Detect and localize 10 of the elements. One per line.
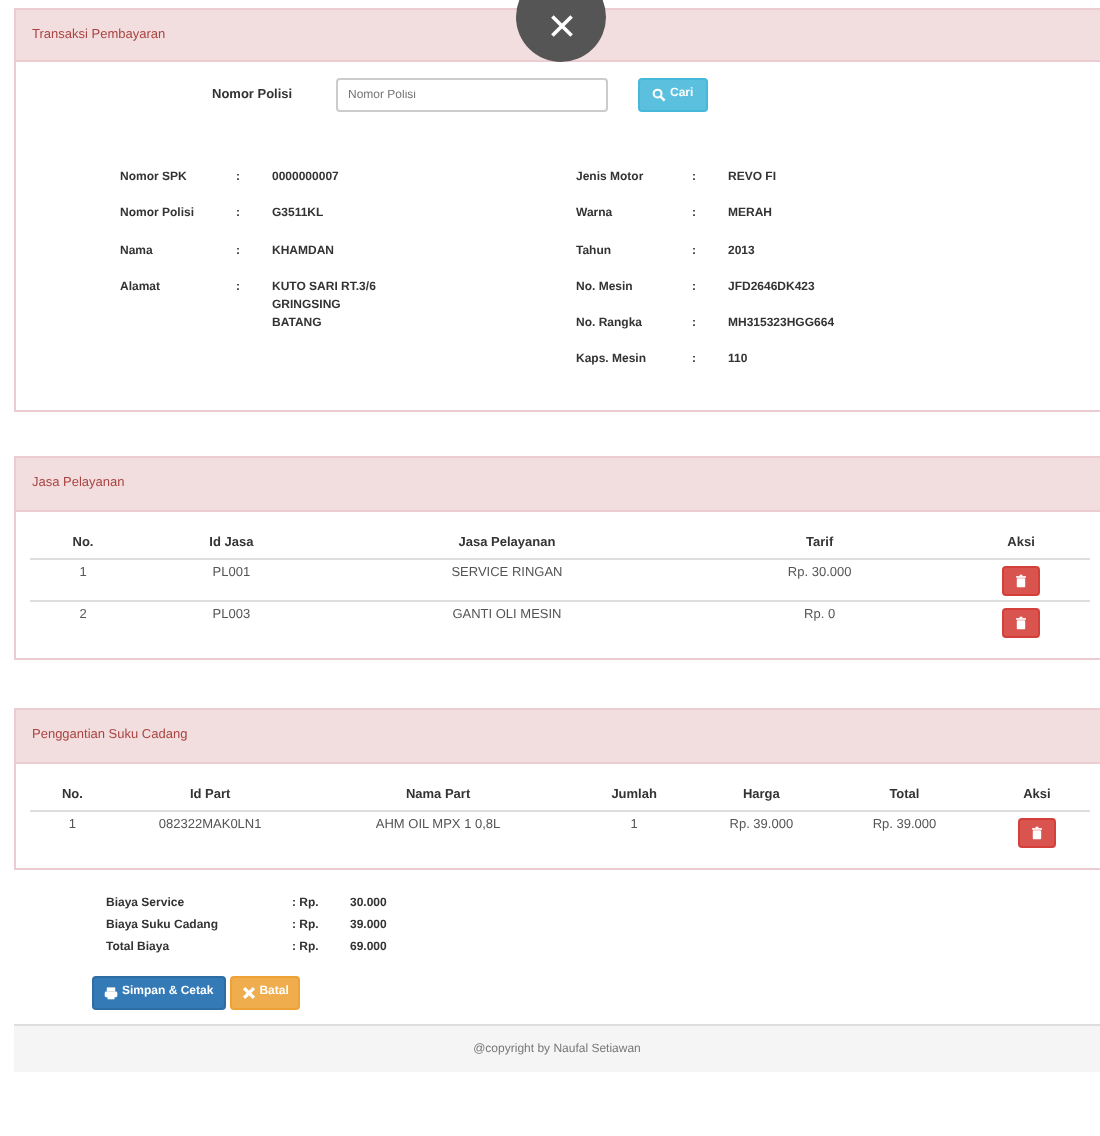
delete-button[interactable] [1002,608,1041,639]
search-icon [652,88,666,103]
trash-icon [1029,825,1044,840]
printer-icon [104,986,118,1001]
delete-button[interactable] [1017,817,1056,848]
trash-icon [1014,616,1029,631]
close-icon [549,14,573,38]
delete-button[interactable] [1002,566,1041,597]
close-icon [241,986,256,1001]
trash-icon [1014,574,1029,589]
